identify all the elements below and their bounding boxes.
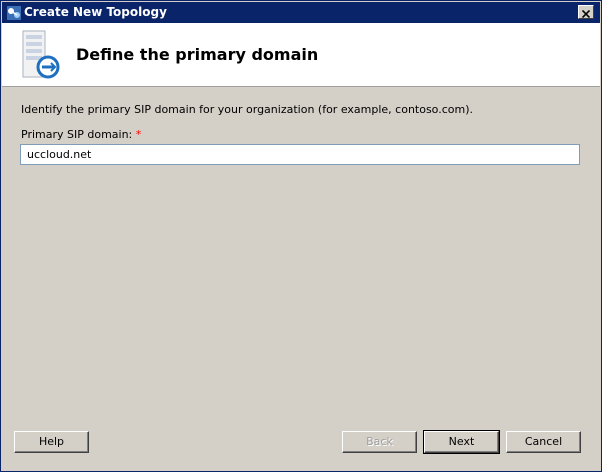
cancel-button[interactable]: Cancel [506, 431, 581, 453]
back-button[interactable]: Back [342, 431, 417, 453]
app-icon [6, 5, 22, 21]
title-bar[interactable]: Create New Topology [2, 2, 600, 23]
required-marker: * [135, 128, 142, 141]
help-button[interactable]: Help [14, 431, 89, 453]
primary-sip-domain-input[interactable] [20, 144, 580, 165]
dialog-window: Create New Topology Define the primary d… [0, 0, 602, 472]
primary-sip-domain-label: Primary SIP domain: * [21, 128, 141, 141]
page-title: Define the primary domain [76, 45, 319, 64]
wizard-header: Define the primary domain [2, 23, 600, 87]
field-label-text: Primary SIP domain: [21, 128, 133, 141]
dialog-frame: Create New Topology Define the primary d… [0, 0, 604, 474]
instruction-text: Identify the primary SIP domain for your… [21, 103, 473, 116]
next-button[interactable]: Next [423, 430, 500, 454]
window-title: Create New Topology [24, 5, 167, 19]
server-sync-icon [20, 29, 64, 81]
close-button[interactable] [578, 5, 594, 19]
close-icon [581, 3, 591, 22]
